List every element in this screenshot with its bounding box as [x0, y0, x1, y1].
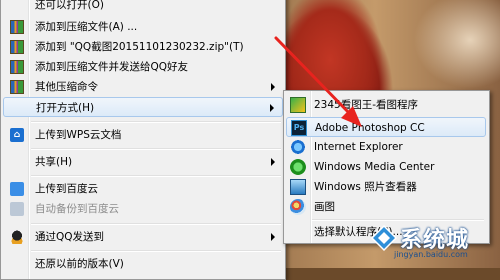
qq-penguin-icon — [10, 230, 24, 244]
submenu-arrow-icon — [270, 104, 274, 112]
menu-separator — [31, 121, 281, 123]
menu-item-other-compress[interactable]: 其他压缩命令 — [3, 77, 283, 97]
submenu-item-label: 2345看图王-看图程序 — [314, 99, 419, 111]
watermark-logo-icon — [370, 224, 398, 252]
menu-item-restore-previous[interactable]: 还原以前的版本(V) — [3, 254, 283, 274]
submenu-item-ie[interactable]: Internet Explorer — [286, 137, 486, 157]
submenu-arrow-icon — [271, 83, 275, 91]
menu-item-label: 上传到WPS云文档 — [35, 129, 122, 141]
photoshop-icon: Ps — [291, 120, 307, 136]
menu-item-label: 添加到 "QQ截图20151101230232.zip"(T) — [35, 41, 244, 53]
winrar-icon — [10, 60, 24, 74]
submenu-item-photoshop[interactable]: Ps Adobe Photoshop CC — [286, 117, 486, 137]
paint-icon — [290, 199, 306, 215]
submenu-item-2345-viewer[interactable]: 2345看图王-看图程序 — [286, 95, 486, 115]
menu-item-add-to-archive[interactable]: 添加到压缩文件(A) ... — [3, 17, 283, 37]
baidu-cloud-icon — [10, 202, 24, 216]
submenu-item-paint[interactable]: 画图 — [286, 197, 486, 217]
submenu-item-photo-viewer[interactable]: Windows 照片查看器 — [286, 177, 486, 197]
wps-cloud-icon: ⌂ — [10, 128, 24, 142]
menu-item-send-via-qq[interactable]: 通过QQ发送到 — [3, 227, 283, 247]
winrar-icon — [10, 80, 24, 94]
submenu-item-label: Internet Explorer — [314, 141, 403, 153]
submenu-item-label: Windows Media Center — [314, 161, 435, 173]
menu-item-label: 上传到百度云 — [35, 183, 98, 195]
menu-item-share[interactable]: 共享(H) — [3, 152, 283, 172]
submenu-arrow-icon — [271, 233, 275, 241]
menu-separator — [31, 223, 281, 225]
menu-item-label: 自动备份到百度云 — [35, 203, 119, 215]
menu-item-upload-baidu[interactable]: 上传到百度云 — [3, 179, 283, 199]
context-menu: 还可以打开(O) 添加到压缩文件(A) ... 添加到 "QQ截图2015110… — [0, 0, 286, 280]
menu-separator — [31, 175, 281, 177]
ie-icon — [290, 139, 306, 155]
winrar-icon — [10, 40, 24, 54]
submenu-item-label: Windows 照片查看器 — [314, 181, 417, 193]
submenu-item-label: 画图 — [314, 201, 335, 213]
menu-item-label: 添加到压缩文件并发送给QQ好友 — [35, 61, 189, 73]
watermark-url: jingyan.baidu.com — [394, 250, 468, 259]
menu-item-label: 还原以前的版本(V) — [35, 258, 124, 270]
2345-viewer-icon — [290, 97, 306, 113]
photo-viewer-icon — [290, 179, 306, 195]
menu-item-upload-wps[interactable]: ⌂ 上传到WPS云文档 — [3, 125, 283, 145]
menu-item-open-with-other[interactable]: 还可以打开(O) — [3, 0, 283, 15]
menu-separator — [31, 250, 281, 252]
menu-item-label: 共享(H) — [35, 156, 73, 168]
menu-item-label: 其他压缩命令 — [35, 81, 98, 93]
winrar-icon — [10, 20, 24, 34]
menu-item-compress-send-qq[interactable]: 添加到压缩文件并发送给QQ好友 — [3, 57, 283, 77]
baidu-cloud-icon — [10, 182, 24, 196]
menu-item-label: 打开方式(H) — [36, 102, 95, 114]
menu-item-open-with[interactable]: 打开方式(H) — [3, 97, 283, 117]
submenu-arrow-icon — [271, 158, 275, 166]
media-center-icon — [290, 159, 306, 175]
menu-item-label: 通过QQ发送到 — [35, 231, 105, 243]
menu-item-label: 还可以打开(O) — [35, 0, 104, 11]
menu-item-auto-backup-baidu: 自动备份到百度云 — [3, 199, 283, 219]
menu-separator — [31, 148, 281, 150]
submenu-item-label: Adobe Photoshop CC — [315, 122, 425, 134]
watermark: 系统城 jingyan.baidu.com — [370, 218, 490, 262]
submenu-item-media-center[interactable]: Windows Media Center — [286, 157, 486, 177]
menu-item-add-to-zip[interactable]: 添加到 "QQ截图20151101230232.zip"(T) — [3, 37, 283, 57]
menu-item-label: 添加到压缩文件(A) ... — [35, 21, 138, 33]
